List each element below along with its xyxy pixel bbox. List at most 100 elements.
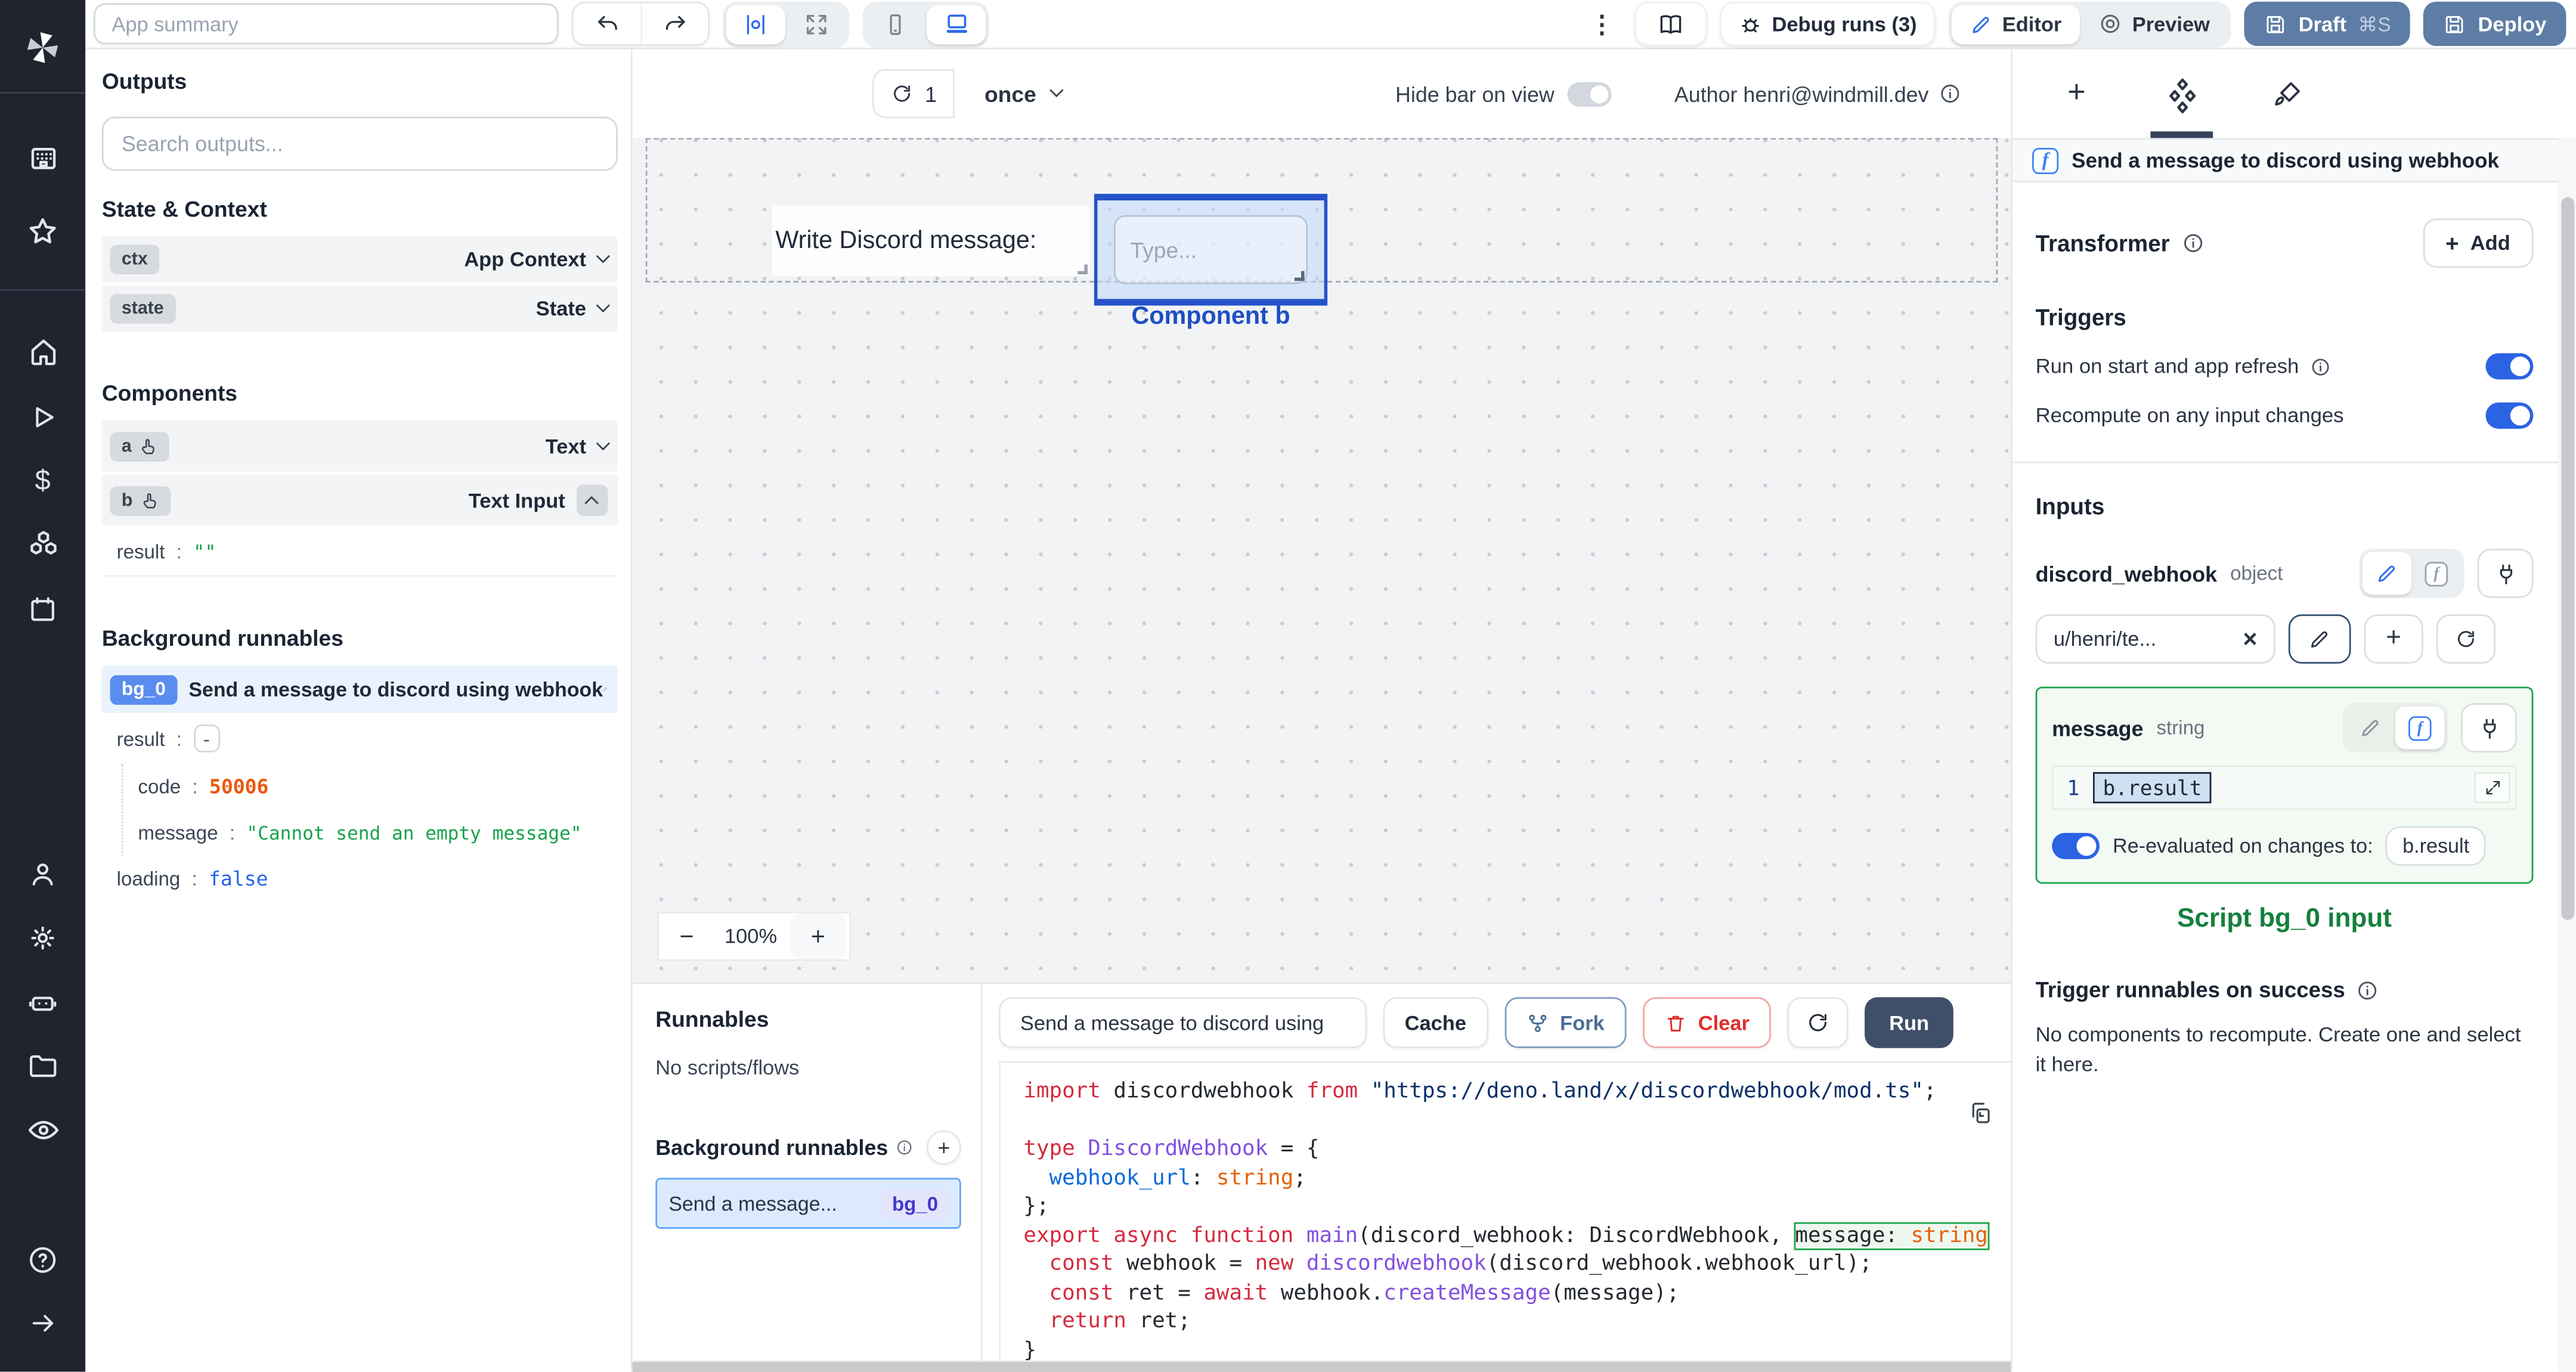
info-icon[interactable] — [2181, 231, 2205, 255]
outputs-title: Outputs — [101, 69, 187, 94]
component-row-b[interactable]: b Text Input — [101, 475, 618, 526]
app-canvas[interactable]: Write Discord message: Type... Component… — [632, 138, 2011, 983]
info-icon[interactable] — [894, 1138, 912, 1156]
bg-runnable-row[interactable]: bg_0 Send a message to discord using web… — [101, 665, 618, 713]
runnables-panel: Runnables No scripts/flows Background ru… — [633, 984, 983, 1361]
collapse-toggle[interactable]: - — [193, 724, 220, 752]
static-pencil-icon[interactable] — [2362, 552, 2412, 595]
zoom-out-button[interactable]: − — [659, 913, 715, 959]
bg0-badge: bg_0 — [110, 674, 178, 704]
app-summary-input[interactable] — [94, 3, 559, 45]
horizontal-scrollbar[interactable] — [632, 1360, 2011, 1372]
hide-bar-toggle[interactable] — [1567, 81, 1612, 106]
output-row-state[interactable]: state State — [101, 286, 618, 332]
undo-button[interactable] — [574, 4, 641, 45]
connect-plug-icon[interactable] — [2461, 703, 2517, 752]
user-icon[interactable] — [0, 841, 85, 905]
refresh-code-button[interactable] — [1787, 997, 1849, 1048]
align-layout-icon[interactable] — [726, 4, 785, 44]
add-transformer-button[interactable]: + Add — [2422, 218, 2534, 268]
recompute-toggle[interactable] — [2485, 402, 2534, 429]
run-on-start-toggle[interactable] — [2485, 353, 2534, 380]
code-value: 50006 — [209, 775, 269, 798]
draft-button[interactable]: Draft ⌘S — [2244, 1, 2411, 47]
code-line: import discordwebhook from "https://deno… — [1023, 1079, 1937, 1104]
zoom-in-button[interactable]: + — [790, 913, 846, 959]
edit-pencil-button[interactable] — [2288, 614, 2351, 664]
reeval-toggle[interactable] — [2052, 832, 2100, 859]
redo-button[interactable] — [640, 3, 708, 45]
tab-insert-plus-icon[interactable]: + — [2042, 61, 2111, 126]
output-row-ctx[interactable]: ctx App Context — [101, 236, 618, 283]
code-editor[interactable]: import discordwebhook from "https://deno… — [999, 1061, 2011, 1361]
windmill-logo-icon[interactable] — [0, 15, 85, 79]
resize-handle[interactable] — [1078, 264, 1088, 275]
search-outputs-input[interactable] — [101, 116, 618, 171]
selected-component-b[interactable]: Type... — [1094, 194, 1328, 306]
reeval-target[interactable]: b.result — [2386, 826, 2486, 866]
pencil-icon[interactable] — [603, 680, 608, 698]
favorites-star-icon[interactable] — [0, 199, 85, 262]
deploy-button[interactable]: Deploy — [2423, 1, 2566, 47]
chevron-down-icon[interactable] — [595, 299, 610, 314]
variables-dollar-icon[interactable]: $ — [0, 448, 85, 512]
cache-button[interactable]: Cache — [1383, 997, 1488, 1048]
schedule-dropdown[interactable]: once — [971, 81, 1075, 106]
switch-apps-icon[interactable] — [0, 126, 85, 190]
eval-function-icon[interactable]: f — [2395, 706, 2445, 750]
b-result-row[interactable]: result : "" — [101, 529, 618, 577]
fullscreen-icon[interactable] — [787, 4, 846, 44]
mobile-icon[interactable] — [866, 4, 925, 44]
add-resource-button[interactable]: + — [2364, 614, 2423, 664]
eval-function-icon[interactable]: f — [2411, 552, 2461, 595]
refresh-count-box[interactable]: 1 — [872, 69, 955, 119]
docs-button[interactable] — [1634, 1, 1707, 47]
runnable-item-bg0[interactable]: Send a message... bg_0 — [655, 1178, 961, 1229]
tab-components-diamonds-icon[interactable] — [2147, 61, 2216, 138]
info-icon[interactable] — [1939, 82, 1962, 106]
audit-eye-icon[interactable] — [0, 1097, 85, 1161]
tab-style-paintbrush-icon[interactable] — [2252, 61, 2321, 126]
script-tab[interactable]: Send a message to discord using — [999, 997, 1367, 1048]
chevron-down-icon[interactable] — [595, 250, 610, 265]
tab-preview[interactable]: Preview — [2080, 4, 2228, 44]
run-button[interactable]: Run — [1864, 997, 1954, 1048]
resize-handle[interactable] — [1295, 271, 1305, 281]
home-icon[interactable] — [0, 320, 85, 384]
clear-button[interactable]: Clear — [1642, 997, 1771, 1048]
collapse-arrow-icon[interactable] — [0, 1292, 85, 1355]
settings-gear-icon[interactable] — [0, 905, 85, 969]
folders-icon[interactable] — [0, 1033, 85, 1097]
resource-picker[interactable]: u/henri/te... × — [2035, 614, 2275, 664]
tab-editor[interactable]: Editor — [1951, 4, 2080, 44]
clear-x-icon[interactable]: × — [2243, 625, 2257, 653]
inputs-title: Inputs — [2035, 493, 2105, 519]
reload-resource-button[interactable] — [2436, 614, 2496, 664]
desktop-icon[interactable] — [926, 4, 986, 44]
fork-button[interactable]: Fork — [1504, 997, 1626, 1048]
chevron-up-icon[interactable] — [577, 484, 608, 516]
info-icon[interactable] — [2357, 978, 2380, 1002]
component-row-a[interactable]: a Text — [101, 420, 618, 472]
chevron-down-icon[interactable] — [595, 436, 610, 451]
runs-play-icon[interactable] — [0, 385, 85, 448]
text-input-component[interactable]: Type... — [1113, 215, 1308, 284]
vertical-scrollbar[interactable] — [2558, 138, 2576, 1372]
static-pencil-icon[interactable] — [2346, 707, 2395, 750]
component-a-type: Text — [545, 434, 587, 458]
help-icon[interactable] — [0, 1227, 85, 1291]
more-menu-icon[interactable]: ⋮ — [1583, 9, 1621, 39]
text-component-a[interactable]: Write Discord message: — [772, 205, 1089, 276]
connect-plug-icon[interactable] — [2477, 549, 2534, 598]
bg-result-row[interactable]: result : - — [102, 713, 618, 764]
add-runnable-button[interactable]: + — [926, 1130, 961, 1165]
schedules-calendar-icon[interactable] — [0, 577, 85, 640]
debug-runs-button[interactable]: Debug runs (3) — [1719, 1, 1935, 47]
info-icon[interactable] — [2311, 355, 2332, 377]
workers-robot-icon[interactable] — [0, 970, 85, 1033]
expand-editor-icon[interactable] — [2474, 772, 2510, 804]
expression-editor[interactable]: 1 b.result — [2052, 765, 2517, 810]
copy-code-icon[interactable] — [1968, 1101, 1993, 1125]
resources-cubes-icon[interactable] — [0, 513, 85, 577]
